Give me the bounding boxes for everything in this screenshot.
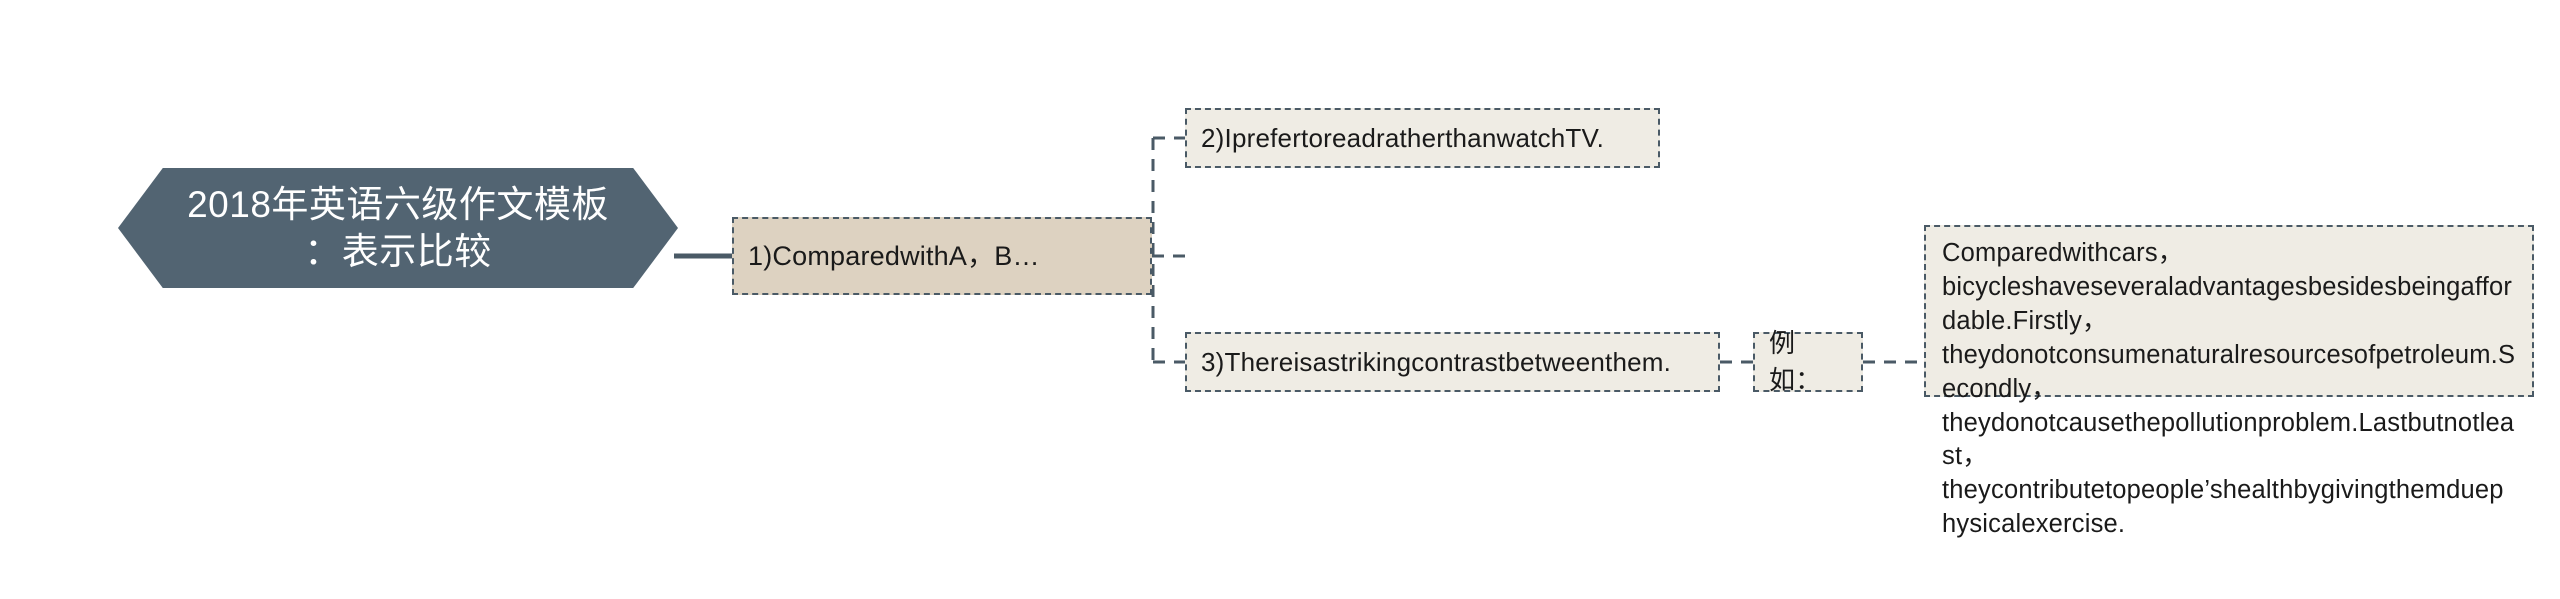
- node-striking-contrast[interactable]: 3)Thereisastrikingcontrastbetweenthem.: [1185, 332, 1720, 392]
- node-example-label-text: 例如：: [1769, 328, 1822, 395]
- node-example-paragraph-text: Comparedwithcars，bicycleshaveseveraladva…: [1942, 239, 2516, 539]
- node-striking-contrast-label: 3)Thereisastrikingcontrastbetweenthem.: [1201, 346, 1672, 377]
- node-compared-with[interactable]: 1)ComparedwithA，B…: [732, 217, 1152, 295]
- node-compared-with-label: 1)ComparedwithA，B…: [748, 240, 1040, 271]
- node-prefer-to-read-label: 2)IprefertoreadratherthanwatchTV.: [1201, 122, 1605, 153]
- root-node-label: 2018年英语六级作文模板 ：表示比较: [187, 183, 609, 272]
- node-example-label[interactable]: 例如：: [1753, 328, 1863, 395]
- root-node[interactable]: 2018年英语六级作文模板 ：表示比较: [118, 168, 678, 288]
- mindmap-canvas: 2018年英语六级作文模板 ：表示比较 1)ComparedwithA，B… 2…: [0, 0, 2560, 599]
- node-prefer-to-read[interactable]: 2)IprefertoreadratherthanwatchTV.: [1185, 108, 1660, 168]
- node-example-paragraph[interactable]: Comparedwithcars，bicycleshaveseveraladva…: [1924, 225, 2534, 538]
